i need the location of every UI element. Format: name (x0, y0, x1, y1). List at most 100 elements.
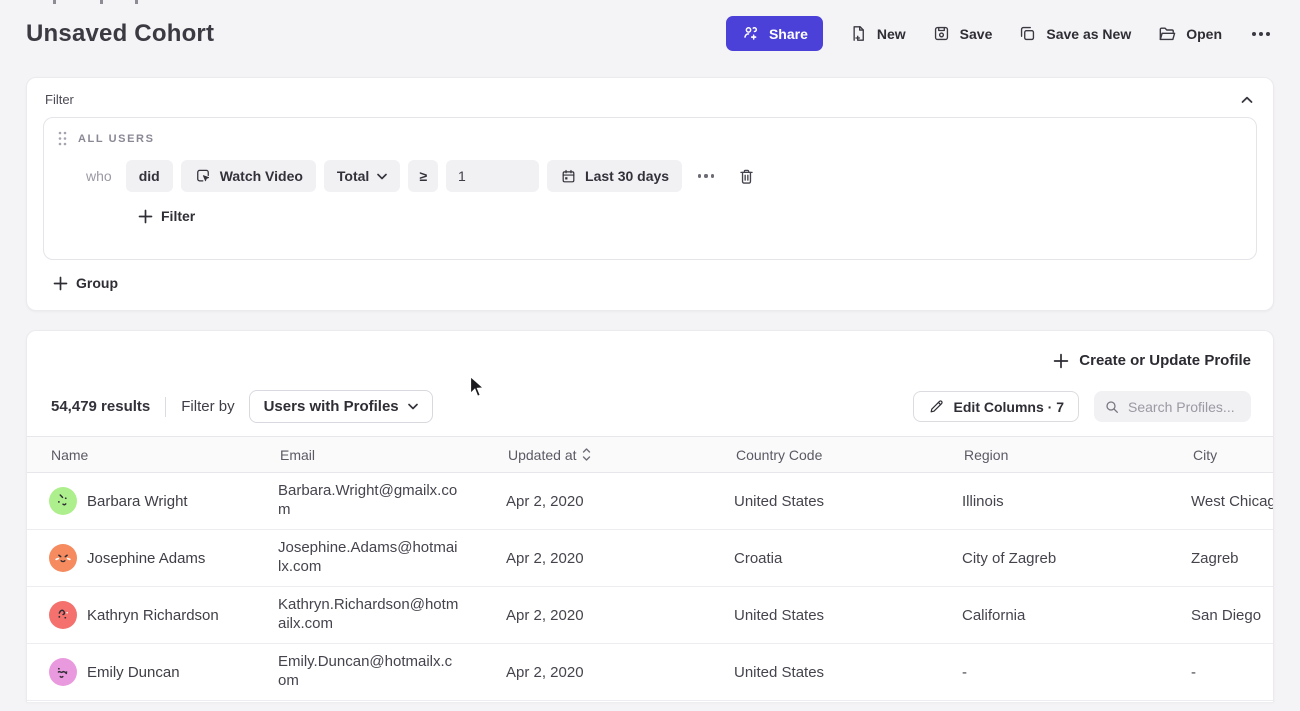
table-row[interactable]: Kathryn Richardson Kathryn.Richardson@ho… (27, 587, 1273, 644)
page-title: Unsaved Cohort (26, 20, 214, 48)
event-label: Watch Video (220, 168, 303, 184)
share-label: Share (769, 26, 808, 42)
profile-updated-at: Apr 2, 2020 (506, 550, 734, 567)
new-button[interactable]: New (849, 24, 906, 43)
avatar (49, 658, 77, 686)
plus-icon (1053, 353, 1069, 369)
group-label: ALL USERS (78, 133, 155, 145)
avatar (49, 601, 77, 629)
results-count: 54,479 results (51, 398, 150, 415)
results-toolbar: 54,479 results Filter by Users with Prof… (27, 390, 1273, 436)
sort-icon[interactable] (582, 448, 591, 461)
who-label: who (86, 168, 112, 184)
table-row[interactable]: Barbara Wright Barbara.Wright@gmailx.com… (27, 473, 1273, 530)
share-users-icon (741, 24, 760, 43)
clipped-breadcrumb-mark (100, 0, 103, 4)
profiles-filter-value: Users with Profiles (264, 398, 399, 415)
search-profiles-box (1094, 391, 1251, 422)
open-label: Open (1186, 26, 1222, 42)
profile-region: - (962, 664, 1191, 681)
date-range-label: Last 30 days (585, 168, 669, 184)
page-header: Unsaved Cohort Share New (0, 0, 1300, 51)
new-file-icon (849, 24, 868, 43)
clipped-breadcrumb-mark (53, 0, 56, 4)
profile-city: Zagreb (1191, 550, 1273, 567)
avatar (49, 487, 77, 515)
filter-panel-label: Filter (45, 92, 74, 107)
add-group-button[interactable]: Group (53, 275, 118, 291)
date-range-selector[interactable]: Last 30 days (547, 160, 682, 192)
profile-updated-at: Apr 2, 2020 (506, 607, 734, 624)
profile-email: Emily.Duncan@hotmailx.com (278, 653, 506, 691)
calendar-icon (560, 168, 577, 185)
filter-group-box: ALL USERS who did Watch Video Total (43, 117, 1257, 260)
chevron-down-icon (377, 173, 387, 180)
more-options-icon[interactable] (1248, 28, 1274, 40)
profiles-filter-dropdown[interactable]: Users with Profiles (249, 390, 433, 423)
toolbar-divider (165, 397, 166, 417)
profile-country: United States (734, 664, 962, 681)
plus-icon (53, 276, 68, 291)
column-header-name[interactable]: Name (49, 447, 278, 463)
save-floppy-icon (932, 24, 951, 43)
add-group-label: Group (76, 275, 118, 291)
delete-criteria-button[interactable] (734, 164, 759, 189)
pencil-icon (928, 398, 945, 415)
aggregation-label: Total (337, 168, 369, 184)
profile-region: Illinois (962, 493, 1191, 510)
profile-region: City of Zagreb (962, 550, 1191, 567)
event-selector[interactable]: Watch Video (181, 160, 316, 192)
did-label: did (139, 168, 160, 184)
profile-name: Barbara Wright (87, 493, 188, 510)
folder-open-icon (1157, 24, 1177, 44)
filter-by-label: Filter by (181, 398, 234, 415)
profile-city: San Diego (1191, 607, 1273, 624)
edit-columns-label: Edit Columns · 7 (954, 399, 1064, 415)
profile-country: United States (734, 607, 962, 624)
filter-criteria-row: who did Watch Video Total (86, 160, 1242, 192)
save-button[interactable]: Save (932, 24, 993, 43)
table-header: Name Email Updated at Country Code Regio… (27, 436, 1273, 473)
filter-panel: Filter ALL USERS who did (26, 77, 1274, 311)
column-header-region[interactable]: Region (962, 447, 1191, 463)
profile-country: United States (734, 493, 962, 510)
clipped-breadcrumb-mark (135, 0, 138, 4)
avatar (49, 544, 77, 572)
criteria-more-icon[interactable] (694, 170, 718, 181)
profile-city: West Chicago (1191, 493, 1273, 510)
profile-updated-at: Apr 2, 2020 (506, 493, 734, 510)
create-or-update-profile-button[interactable]: Create or Update Profile (1053, 352, 1251, 369)
save-label: Save (960, 26, 993, 42)
profile-city: - (1191, 664, 1273, 681)
profile-name: Kathryn Richardson (87, 607, 219, 624)
event-click-icon (194, 167, 212, 185)
share-button[interactable]: Share (726, 16, 823, 51)
table-row[interactable]: Emily Duncan Emily.Duncan@hotmailx.com A… (27, 644, 1273, 701)
operator-selector[interactable]: ≥ (408, 160, 438, 192)
search-icon (1104, 399, 1120, 415)
collapse-chevron-up-icon[interactable] (1239, 94, 1255, 106)
column-header-email[interactable]: Email (278, 447, 506, 463)
edit-columns-button[interactable]: Edit Columns · 7 (913, 391, 1079, 422)
new-label: New (877, 26, 906, 42)
did-selector[interactable]: did (126, 160, 173, 192)
save-as-new-button[interactable]: Save as New (1018, 24, 1131, 43)
open-button[interactable]: Open (1157, 24, 1222, 44)
save-as-new-label: Save as New (1046, 26, 1131, 42)
column-header-city[interactable]: City (1191, 447, 1273, 463)
results-panel: Create or Update Profile 54,479 results … (26, 330, 1274, 702)
add-filter-button[interactable]: Filter (138, 208, 195, 224)
table-row[interactable]: Josephine Adams Josephine.Adams@hotmailx… (27, 530, 1273, 587)
column-header-country-code[interactable]: Country Code (734, 447, 962, 463)
chevron-down-icon (408, 403, 418, 410)
column-header-updated-at[interactable]: Updated at (506, 447, 734, 463)
threshold-input[interactable] (446, 160, 539, 192)
aggregation-selector[interactable]: Total (324, 160, 400, 192)
search-profiles-input[interactable] (1128, 399, 1238, 415)
plus-icon (138, 209, 153, 224)
profile-email: Josephine.Adams@hotmailx.com (278, 539, 506, 577)
create-or-update-label: Create or Update Profile (1079, 352, 1251, 369)
drag-handle-icon[interactable] (58, 131, 67, 146)
profile-name: Josephine Adams (87, 550, 205, 567)
profile-name: Emily Duncan (87, 664, 180, 681)
